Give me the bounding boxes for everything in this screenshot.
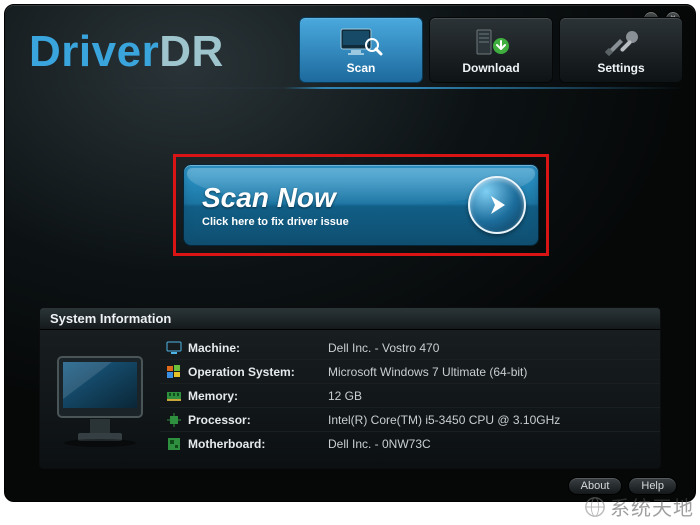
tab-label: Settings: [597, 61, 644, 75]
app-window: – × DriverDR Scan: [4, 4, 696, 502]
tab-label: Scan: [347, 61, 376, 75]
ram-icon: [160, 390, 188, 402]
cpu-icon: [160, 413, 188, 427]
motherboard-icon: [160, 437, 188, 451]
help-button[interactable]: Help: [628, 477, 677, 495]
windows-icon: [160, 365, 188, 379]
tab-scan[interactable]: Scan: [299, 17, 423, 83]
scan-now-button[interactable]: Scan Now Click here to fix driver issue: [183, 164, 539, 246]
spec-label: Operation System:: [188, 365, 328, 379]
server-download-icon: [471, 25, 511, 59]
tab-settings[interactable]: Settings: [559, 17, 683, 83]
spec-label: Memory:: [188, 389, 328, 403]
spec-row-memory: Memory: 12 GB: [160, 384, 660, 408]
spec-value: Dell Inc. - Vostro 470: [328, 341, 439, 355]
spec-value: Dell Inc. - 0NW73C: [328, 437, 431, 451]
computer-icon: [160, 341, 188, 355]
tab-label: Download: [462, 61, 519, 75]
spec-row-processor: Processor: Intel(R) Core(TM) i5-3450 CPU…: [160, 408, 660, 432]
spec-row-motherboard: Motherboard: Dell Inc. - 0NW73C: [160, 432, 660, 456]
nav-tabs: Scan Download: [299, 17, 683, 83]
specs-list: Machine: Dell Inc. - Vostro 470 Operatio…: [160, 330, 660, 468]
spec-label: Processor:: [188, 413, 328, 427]
scan-title: Scan Now: [202, 182, 468, 214]
scan-subtitle: Click here to fix driver issue: [202, 216, 468, 228]
spec-row-os: Operation System: Microsoft Windows 7 Ul…: [160, 360, 660, 384]
spec-value: 12 GB: [328, 389, 362, 403]
scan-highlight-border: Scan Now Click here to fix driver issue: [173, 154, 549, 256]
system-info-panel: System Information Machine: Dell Inc. -: [39, 307, 661, 469]
tools-icon: [602, 25, 640, 59]
about-button[interactable]: About: [568, 477, 623, 495]
tab-download[interactable]: Download: [429, 17, 553, 83]
spec-value: Intel(R) Core(TM) i5-3450 CPU @ 3.10GHz: [328, 413, 560, 427]
monitor-search-icon: [339, 25, 383, 59]
play-arrow-icon: [468, 176, 526, 234]
spec-label: Machine:: [188, 341, 328, 355]
footer-buttons: About Help: [568, 477, 677, 495]
scan-now-text: Scan Now Click here to fix driver issue: [202, 182, 468, 228]
system-info-title: System Information: [40, 308, 660, 330]
spec-label: Motherboard:: [188, 437, 328, 451]
spec-value: Microsoft Windows 7 Ultimate (64-bit): [328, 365, 527, 379]
app-logo: DriverDR: [29, 27, 224, 77]
logo-part1: Driver: [29, 27, 159, 76]
monitor-icon: [40, 330, 160, 468]
tabs-divider: [17, 87, 683, 89]
spec-row-machine: Machine: Dell Inc. - Vostro 470: [160, 336, 660, 360]
logo-part2: DR: [159, 27, 224, 76]
